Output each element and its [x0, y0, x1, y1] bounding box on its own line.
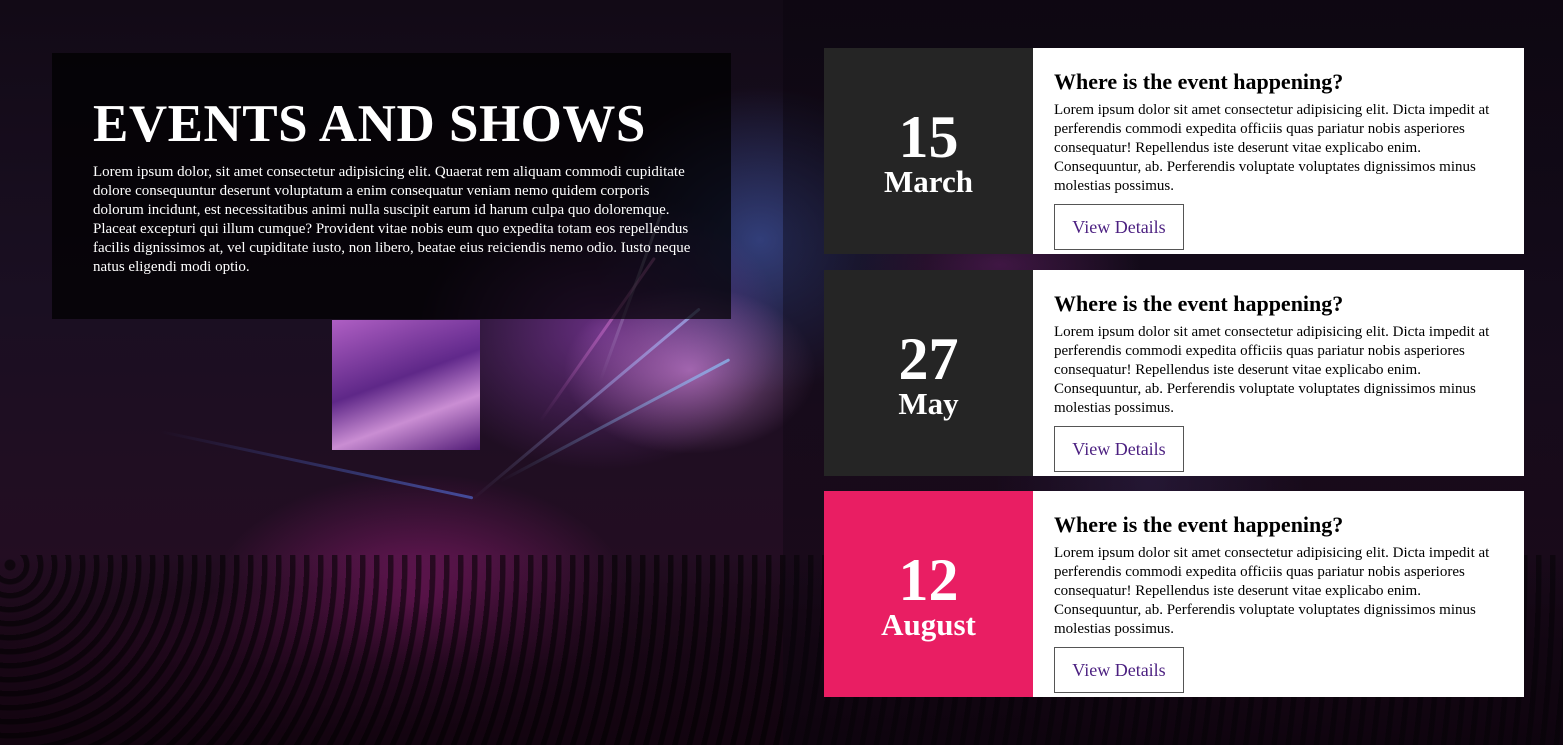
- event-description: Lorem ipsum dolor sit amet consectetur a…: [1054, 545, 1490, 637]
- event-heading: Where is the event happening?: [1054, 69, 1344, 94]
- event-date: 27 May: [824, 270, 1033, 476]
- event-month: March: [884, 164, 973, 199]
- event-day: 15: [898, 104, 959, 170]
- event-month: May: [898, 386, 959, 421]
- stage-screen: [332, 320, 480, 450]
- intro-panel: EVENTS AND SHOWS Lorem ipsum dolor, sit …: [52, 53, 731, 319]
- event-description: Lorem ipsum dolor sit amet consectetur a…: [1054, 102, 1490, 194]
- event-day: 12: [898, 547, 959, 613]
- intro-text: Lorem ipsum dolor, sit amet consectetur …: [93, 164, 691, 275]
- event-info: Where is the event happening? Lorem ipsu…: [1033, 491, 1524, 697]
- event-description: Lorem ipsum dolor sit amet consectetur a…: [1054, 324, 1490, 416]
- event-card: 27 May Where is the event happening? Lor…: [824, 270, 1524, 476]
- event-info: Where is the event happening? Lorem ipsu…: [1033, 48, 1524, 254]
- event-day: 27: [898, 326, 959, 392]
- view-details-button[interactable]: View Details: [1054, 426, 1184, 472]
- view-details-button[interactable]: View Details: [1054, 204, 1184, 250]
- event-month: August: [881, 607, 976, 642]
- event-heading: Where is the event happening?: [1054, 512, 1344, 537]
- event-card: 15 March Where is the event happening? L…: [824, 48, 1524, 254]
- view-details-button[interactable]: View Details: [1054, 647, 1184, 693]
- page-title: EVENTS AND SHOWS: [93, 95, 646, 153]
- event-date: 12 August: [824, 491, 1033, 697]
- light-beam: [469, 307, 701, 503]
- event-info: Where is the event happening? Lorem ipsu…: [1033, 270, 1524, 476]
- event-heading: Where is the event happening?: [1054, 291, 1344, 316]
- event-card: 12 August Where is the event happening? …: [824, 491, 1524, 697]
- event-date: 15 March: [824, 48, 1033, 254]
